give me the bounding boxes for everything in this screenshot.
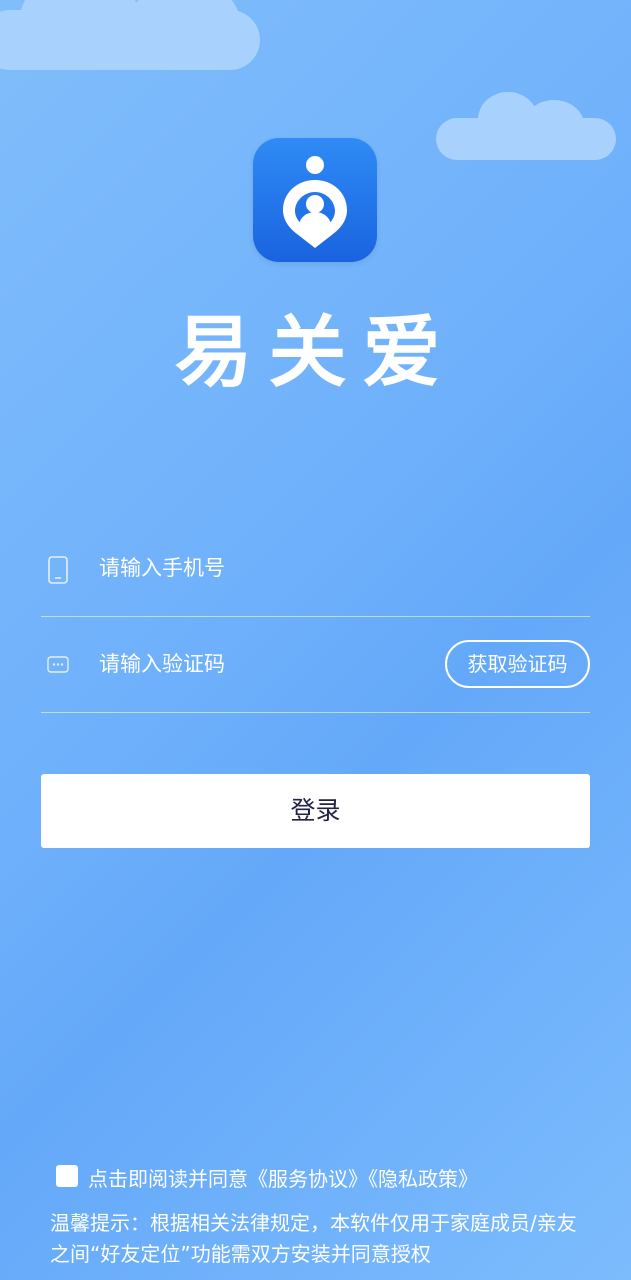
verification-code-input[interactable] bbox=[99, 648, 439, 680]
location-person-logo-icon bbox=[283, 156, 347, 248]
agreement-checkbox[interactable] bbox=[56, 1165, 78, 1187]
message-code-icon bbox=[47, 656, 69, 678]
notice-text: 温馨提示：根据相关法律规定，本软件仅用于家庭成员/亲友之间“好友定位”功能需双方… bbox=[50, 1211, 577, 1266]
agreement-row: 点击即阅读并同意《服务协议》《隐私政策》 bbox=[56, 1163, 616, 1193]
cloud-decoration-top bbox=[0, 0, 260, 70]
login-button[interactable]: 登录 bbox=[41, 774, 590, 848]
cloud-decoration-right bbox=[436, 92, 616, 160]
app-name: 易关爱 bbox=[174, 308, 457, 398]
phone-field bbox=[41, 530, 590, 617]
get-code-button[interactable]: 获取验证码 bbox=[445, 640, 590, 688]
verification-code-field: 获取验证码 bbox=[41, 626, 590, 713]
phone-input[interactable] bbox=[99, 552, 439, 584]
app-logo bbox=[253, 138, 377, 262]
agreement-text[interactable]: 点击即阅读并同意《服务协议》《隐私政策》 bbox=[88, 1163, 478, 1192]
phone-icon bbox=[47, 556, 69, 588]
